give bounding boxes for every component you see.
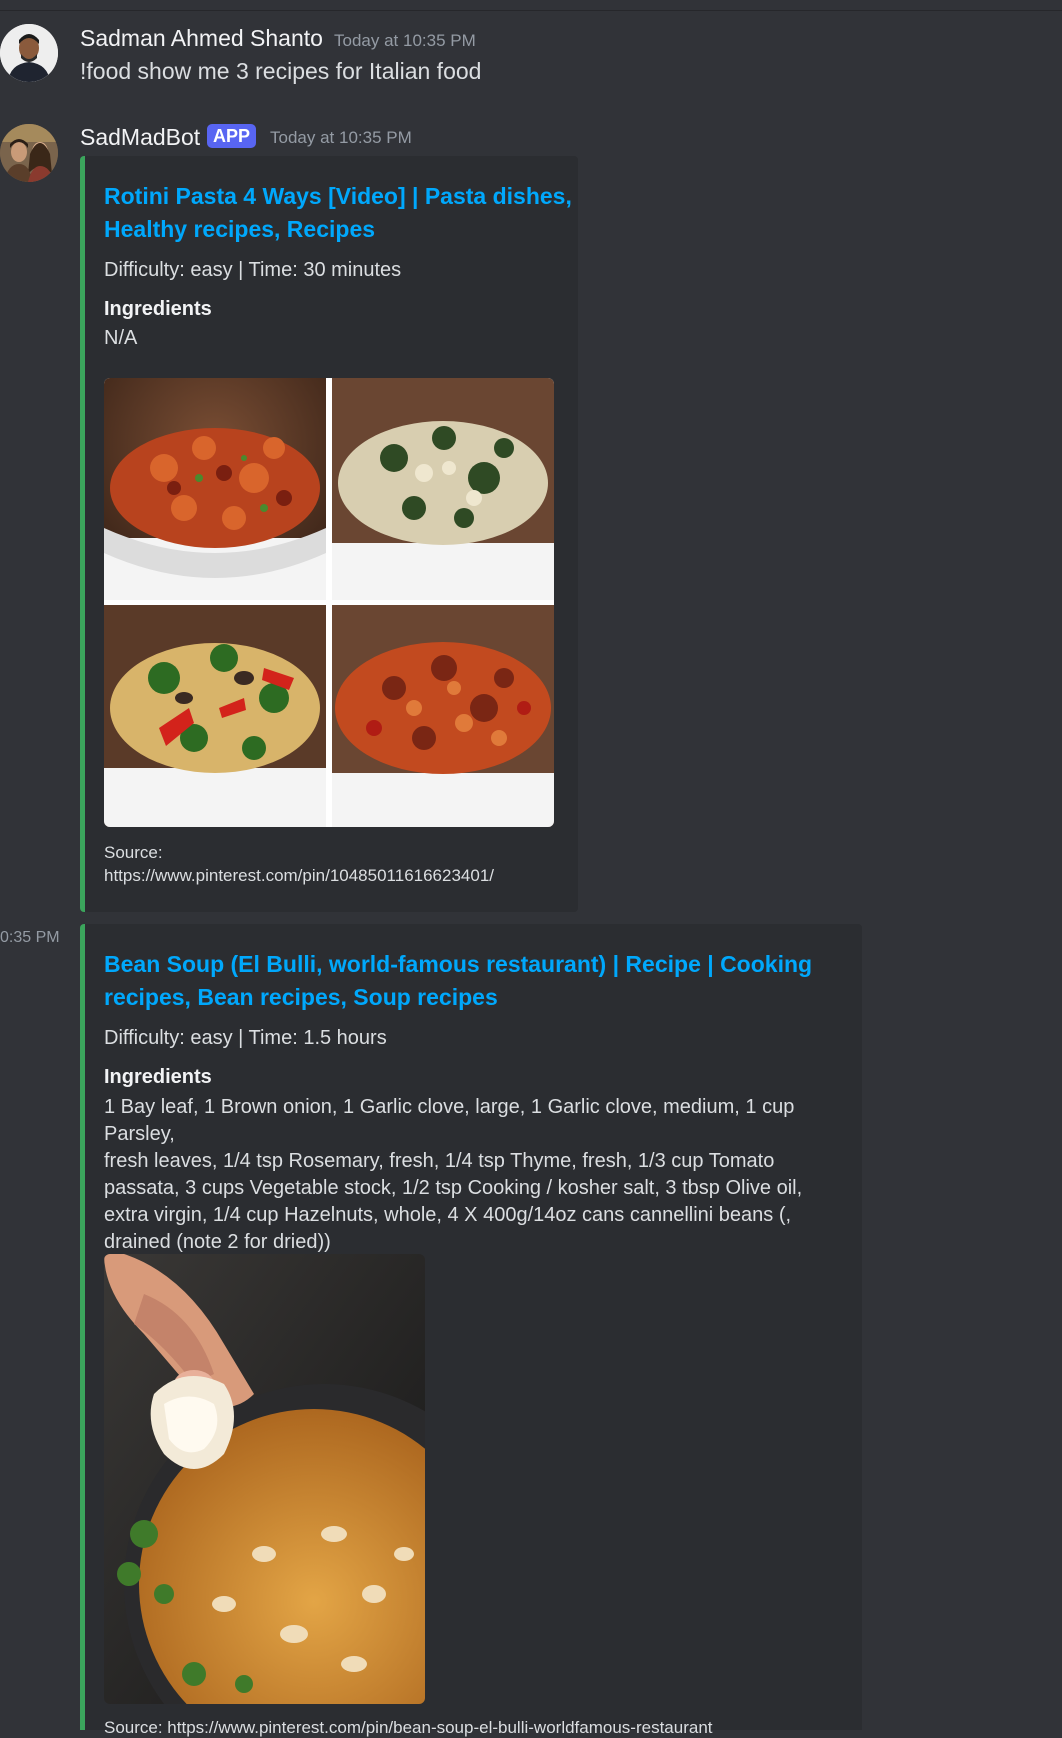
message2-author[interactable]: SadMadBot xyxy=(80,124,200,151)
embed1-title-line2[interactable]: Healthy recipes, Recipes xyxy=(104,213,574,246)
embed2-title[interactable]: Bean Soup (El Bulli, world-famous restau… xyxy=(104,948,844,1014)
embed2-title-line2[interactable]: recipes, Bean recipes, Soup recipes xyxy=(104,981,844,1014)
embed2-image[interactable] xyxy=(104,1254,425,1704)
embed2-source[interactable]: Source: https://www.pinterest.com/pin/be… xyxy=(104,1718,713,1738)
user-avatar-image xyxy=(0,24,58,82)
ingredients-line: passata, 3 cups Vegetable stock, 1/2 tsp… xyxy=(104,1177,803,1199)
embed1-title[interactable]: Rotini Pasta 4 Ways [Video] | Pasta dish… xyxy=(104,180,574,246)
embed2-title-line1[interactable]: Bean Soup (El Bulli, world-famous restau… xyxy=(104,948,844,981)
embed1-source-url[interactable]: https://www.pinterest.com/pin/1048501161… xyxy=(104,866,494,886)
embed1-source-label: Source: xyxy=(104,843,163,862)
embed1-title-line1[interactable]: Rotini Pasta 4 Ways [Video] | Pasta dish… xyxy=(104,180,574,213)
message-gutter-timestamp: 0:35 PM xyxy=(0,929,60,946)
ingredients-line: 1 Bay leaf, 1 Brown onion, 1 Garlic clov… xyxy=(104,1096,795,1145)
embed1-ingredients: N/A xyxy=(104,327,138,349)
embed2-ingredients-label: Ingredients xyxy=(104,1066,212,1088)
embed1-meta: Difficulty: easy | Time: 30 minutes xyxy=(104,259,402,281)
embed1-ingredients-label: Ingredients xyxy=(104,298,212,320)
embed1-image[interactable] xyxy=(104,378,554,827)
message1-timestamp: Today at 10:35 PM xyxy=(334,31,476,50)
ingredients-line: extra virgin, 1/4 cup Hazelnuts, whole, … xyxy=(104,1204,792,1226)
bean-soup-image xyxy=(104,1254,425,1704)
embed2-ingredients: 1 Bay leaf, 1 Brown onion, 1 Garlic clov… xyxy=(104,1094,844,1256)
message1-author[interactable]: Sadman Ahmed Shanto xyxy=(80,25,323,52)
pasta-grid-image xyxy=(104,378,554,827)
message1-text: !food show me 3 recipes for Italian food xyxy=(80,58,482,84)
bot-avatar[interactable] xyxy=(0,124,58,182)
app-badge: APP xyxy=(207,124,257,148)
bot-avatar-image xyxy=(0,124,58,182)
embed2-meta: Difficulty: easy | Time: 1.5 hours xyxy=(104,1027,387,1049)
top-divider xyxy=(0,10,1062,11)
user-avatar[interactable] xyxy=(0,24,58,82)
ingredients-line: drained (note 2 for dried)) xyxy=(104,1231,331,1253)
message2-timestamp: Today at 10:35 PM xyxy=(270,128,412,147)
ingredients-line: fresh leaves, 1/4 tsp Rosemary, fresh, 1… xyxy=(104,1150,775,1172)
